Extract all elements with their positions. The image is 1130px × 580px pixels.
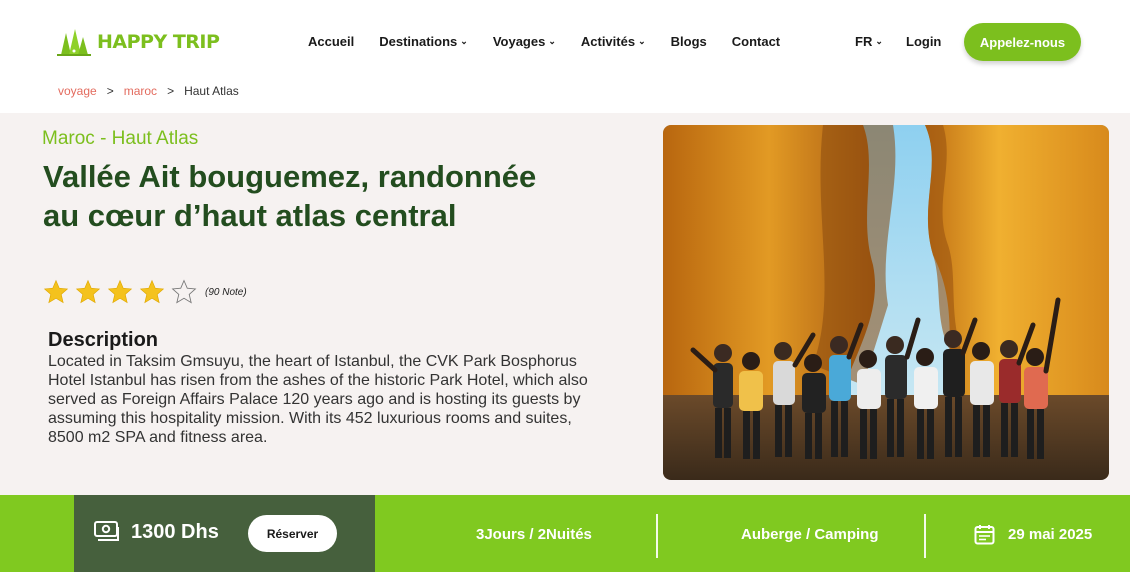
star-filled-icon [107, 279, 133, 304]
chevron-right-icon: > [106, 84, 114, 98]
call-us-button[interactable]: Appelez-nous [964, 23, 1081, 61]
accommodation: Auberge / Camping [741, 526, 879, 543]
chevron-down-icon: ⌄ [638, 36, 646, 46]
nav-label: Voyages [492, 34, 546, 49]
language-selector[interactable]: FR ⌄ [855, 34, 883, 49]
divider [656, 514, 658, 558]
trip-date: 29 mai 2025 [1008, 526, 1093, 543]
breadcrumb-current: Haut Atlas [184, 84, 239, 98]
footer-strip [0, 572, 1130, 580]
star-filled-icon [75, 279, 101, 304]
divider [924, 514, 926, 558]
star-empty-icon [171, 279, 197, 304]
nav-label: Blogs [670, 34, 707, 49]
trees-logo-icon [57, 29, 91, 56]
trip-location: Maroc - Haut Atlas [42, 128, 199, 149]
nav-activites[interactable]: Activités ⌄ [581, 34, 646, 49]
description-heading: Description [48, 329, 159, 351]
star-rating: (90 Note) [43, 279, 247, 305]
breadcrumb: voyage > maroc > Haut Atlas [58, 84, 239, 98]
nav-destinations[interactable]: Destinations ⌄ [379, 34, 468, 49]
nav-accueil[interactable]: Accueil [308, 34, 354, 49]
nav-label: Contact [731, 34, 781, 49]
breadcrumb-link-maroc[interactable]: maroc [124, 84, 157, 98]
nav-label: Accueil [308, 34, 355, 49]
description-text: Located in Taksim Gmsuyu, the heart of I… [48, 353, 588, 446]
main-nav: Accueil Destinations ⌄ Voyages ⌄ Activités… [308, 34, 780, 49]
trip-photo [663, 125, 1109, 480]
breadcrumb-link-voyage[interactable]: voyage [58, 84, 97, 98]
money-icon [94, 521, 119, 541]
language-label: FR [855, 34, 873, 49]
chevron-down-icon: ⌄ [875, 36, 883, 46]
star-filled-icon [139, 279, 165, 304]
login-link[interactable]: Login [906, 34, 941, 49]
logo[interactable]: HAPPY TRIP [55, 27, 220, 57]
chevron-down-icon: ⌄ [460, 36, 468, 46]
nav-label: Destinations [379, 34, 458, 49]
nav-voyages[interactable]: Voyages ⌄ [493, 34, 556, 49]
nav-blogs[interactable]: Blogs [671, 34, 707, 49]
nav-label: Activités [580, 34, 636, 49]
reserve-button[interactable]: Réserver [248, 515, 337, 552]
price: 1300 Dhs [131, 521, 219, 543]
star-filled-icon [43, 279, 69, 304]
trip-title: Vallée Ait bouguemez, randonnée au cœur … [43, 159, 537, 233]
rating-count: (90 Note) [205, 286, 247, 298]
calendar-icon [974, 525, 995, 545]
chevron-right-icon: > [167, 84, 175, 98]
duration: 3Jours / 2Nuités [476, 526, 592, 543]
logo-text: HAPPY TRIP [97, 31, 220, 53]
nav-contact[interactable]: Contact [732, 34, 780, 49]
chevron-down-icon: ⌄ [548, 36, 556, 46]
